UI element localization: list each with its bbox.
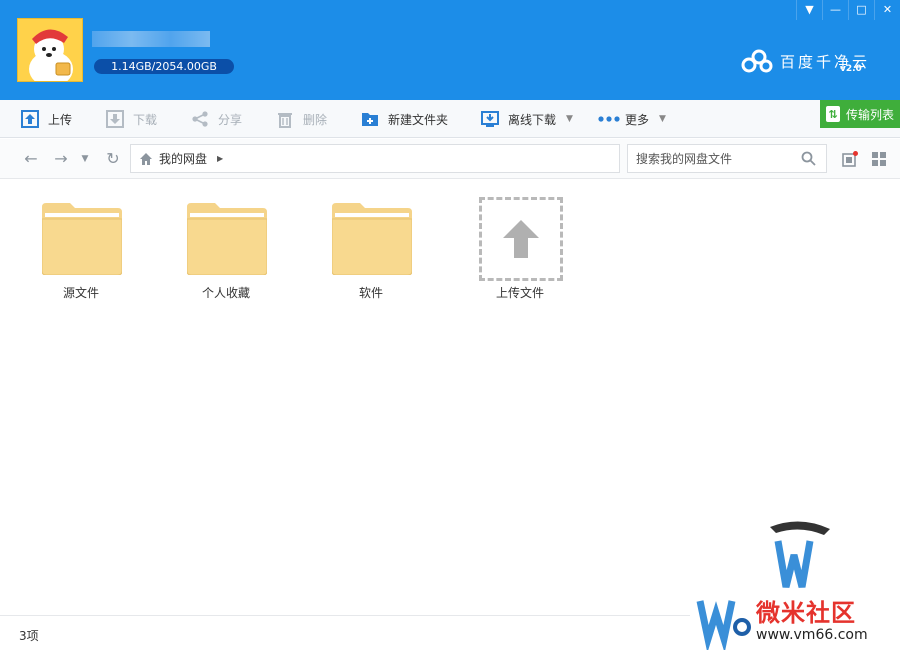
new-folder-icon [361, 110, 379, 128]
grid-view-icon[interactable] [871, 151, 887, 167]
window-controls: ▼ — □ ✕ [796, 0, 900, 20]
breadcrumb-root[interactable]: 我的网盘 [159, 150, 207, 167]
menu-dropdown-icon[interactable]: ▼ [796, 0, 822, 20]
brand-version: v2.0 [840, 64, 862, 74]
transfer-list-button[interactable]: ⇅ 传输列表 [820, 100, 900, 128]
header-bar: 1.14GB/2054.00GB 百度千净云 v2.0 ▼ — □ ✕ [0, 0, 900, 100]
watermark: 微米社区 www.vm66.com [690, 515, 900, 650]
share-icon [191, 110, 209, 128]
storage-quota: 1.14GB/2054.00GB [94, 59, 234, 74]
folder-name: 个人收藏 [201, 286, 250, 300]
folder-name: 软件 [358, 286, 383, 300]
username-redacted [92, 31, 210, 47]
search-box [627, 144, 827, 173]
forward-arrow-icon[interactable]: → [51, 149, 71, 169]
transfer-icon: ⇅ [825, 106, 840, 122]
folder-icon [42, 203, 122, 275]
offline-download-icon [481, 110, 499, 128]
avatar[interactable] [17, 18, 83, 82]
close-icon[interactable]: ✕ [874, 0, 900, 20]
maximize-icon[interactable]: □ [848, 0, 874, 20]
upload-label: 上传文件 [495, 286, 544, 300]
upload-arrow-icon [503, 220, 539, 258]
share-button[interactable]: 分享 [191, 100, 242, 138]
upload-dropzone[interactable] [479, 197, 563, 281]
new-folder-button[interactable]: 新建文件夹 [361, 100, 448, 138]
new-folder-label: 新建文件夹 [388, 112, 449, 127]
folder-name: 源文件 [62, 286, 99, 300]
delete-label: 删除 [303, 112, 328, 127]
folder-item[interactable]: 个人收藏 [176, 198, 276, 308]
share-label: 分享 [218, 112, 243, 127]
caret-down-icon[interactable]: ▼ [659, 114, 666, 124]
more-dots-icon [598, 110, 620, 128]
refresh-icon[interactable]: ↻ [103, 149, 123, 169]
more-button[interactable]: 更多 ▼ [598, 100, 666, 138]
offline-download-button[interactable]: 离线下载 ▼ [481, 100, 573, 138]
upload-file-tile[interactable]: 上传文件 [470, 197, 570, 308]
history-dropdown-icon[interactable]: ▼ [75, 149, 95, 169]
upload-button[interactable]: 上传 [21, 100, 72, 138]
folder-item[interactable]: 软件 [321, 198, 421, 308]
offline-download-label: 离线下载 [508, 112, 557, 127]
brand-logo: 百度千净云 v2.0 [740, 44, 870, 78]
caret-down-icon[interactable]: ▼ [566, 114, 573, 124]
toolbar: 上传 下载 分享 删除 新建文件夹 离线下载 ▼ 更多 ▼ [0, 100, 900, 138]
upload-label: 上传 [48, 112, 73, 127]
breadcrumb: 我的网盘 ▶ [130, 144, 620, 173]
more-label: 更多 [625, 112, 650, 127]
watermark-text: 微米社区 [756, 599, 856, 627]
download-label: 下载 [133, 112, 158, 127]
download-icon [106, 110, 124, 128]
search-icon[interactable] [801, 151, 816, 166]
notification-view-icon[interactable] [842, 151, 858, 167]
navigation-bar: ← → ▼ ↻ 我的网盘 ▶ [0, 139, 900, 179]
upload-icon [21, 110, 39, 128]
item-count: 3项 [19, 629, 39, 643]
download-button[interactable]: 下载 [106, 100, 157, 138]
search-input[interactable] [628, 145, 798, 172]
folder-icon [332, 203, 412, 275]
breadcrumb-arrow-icon[interactable]: ▶ [217, 154, 223, 163]
folder-item[interactable]: 源文件 [31, 198, 131, 308]
home-icon[interactable] [139, 152, 153, 166]
watermark-url: www.vm66.com [756, 627, 868, 643]
delete-button[interactable]: 删除 [276, 100, 327, 138]
trash-icon [276, 110, 294, 128]
cloud-logo-icon [741, 49, 773, 73]
back-arrow-icon[interactable]: ← [21, 149, 41, 169]
minimize-icon[interactable]: — [822, 0, 848, 20]
transfer-list-label: 传输列表 [845, 107, 894, 122]
folder-icon [187, 203, 267, 275]
